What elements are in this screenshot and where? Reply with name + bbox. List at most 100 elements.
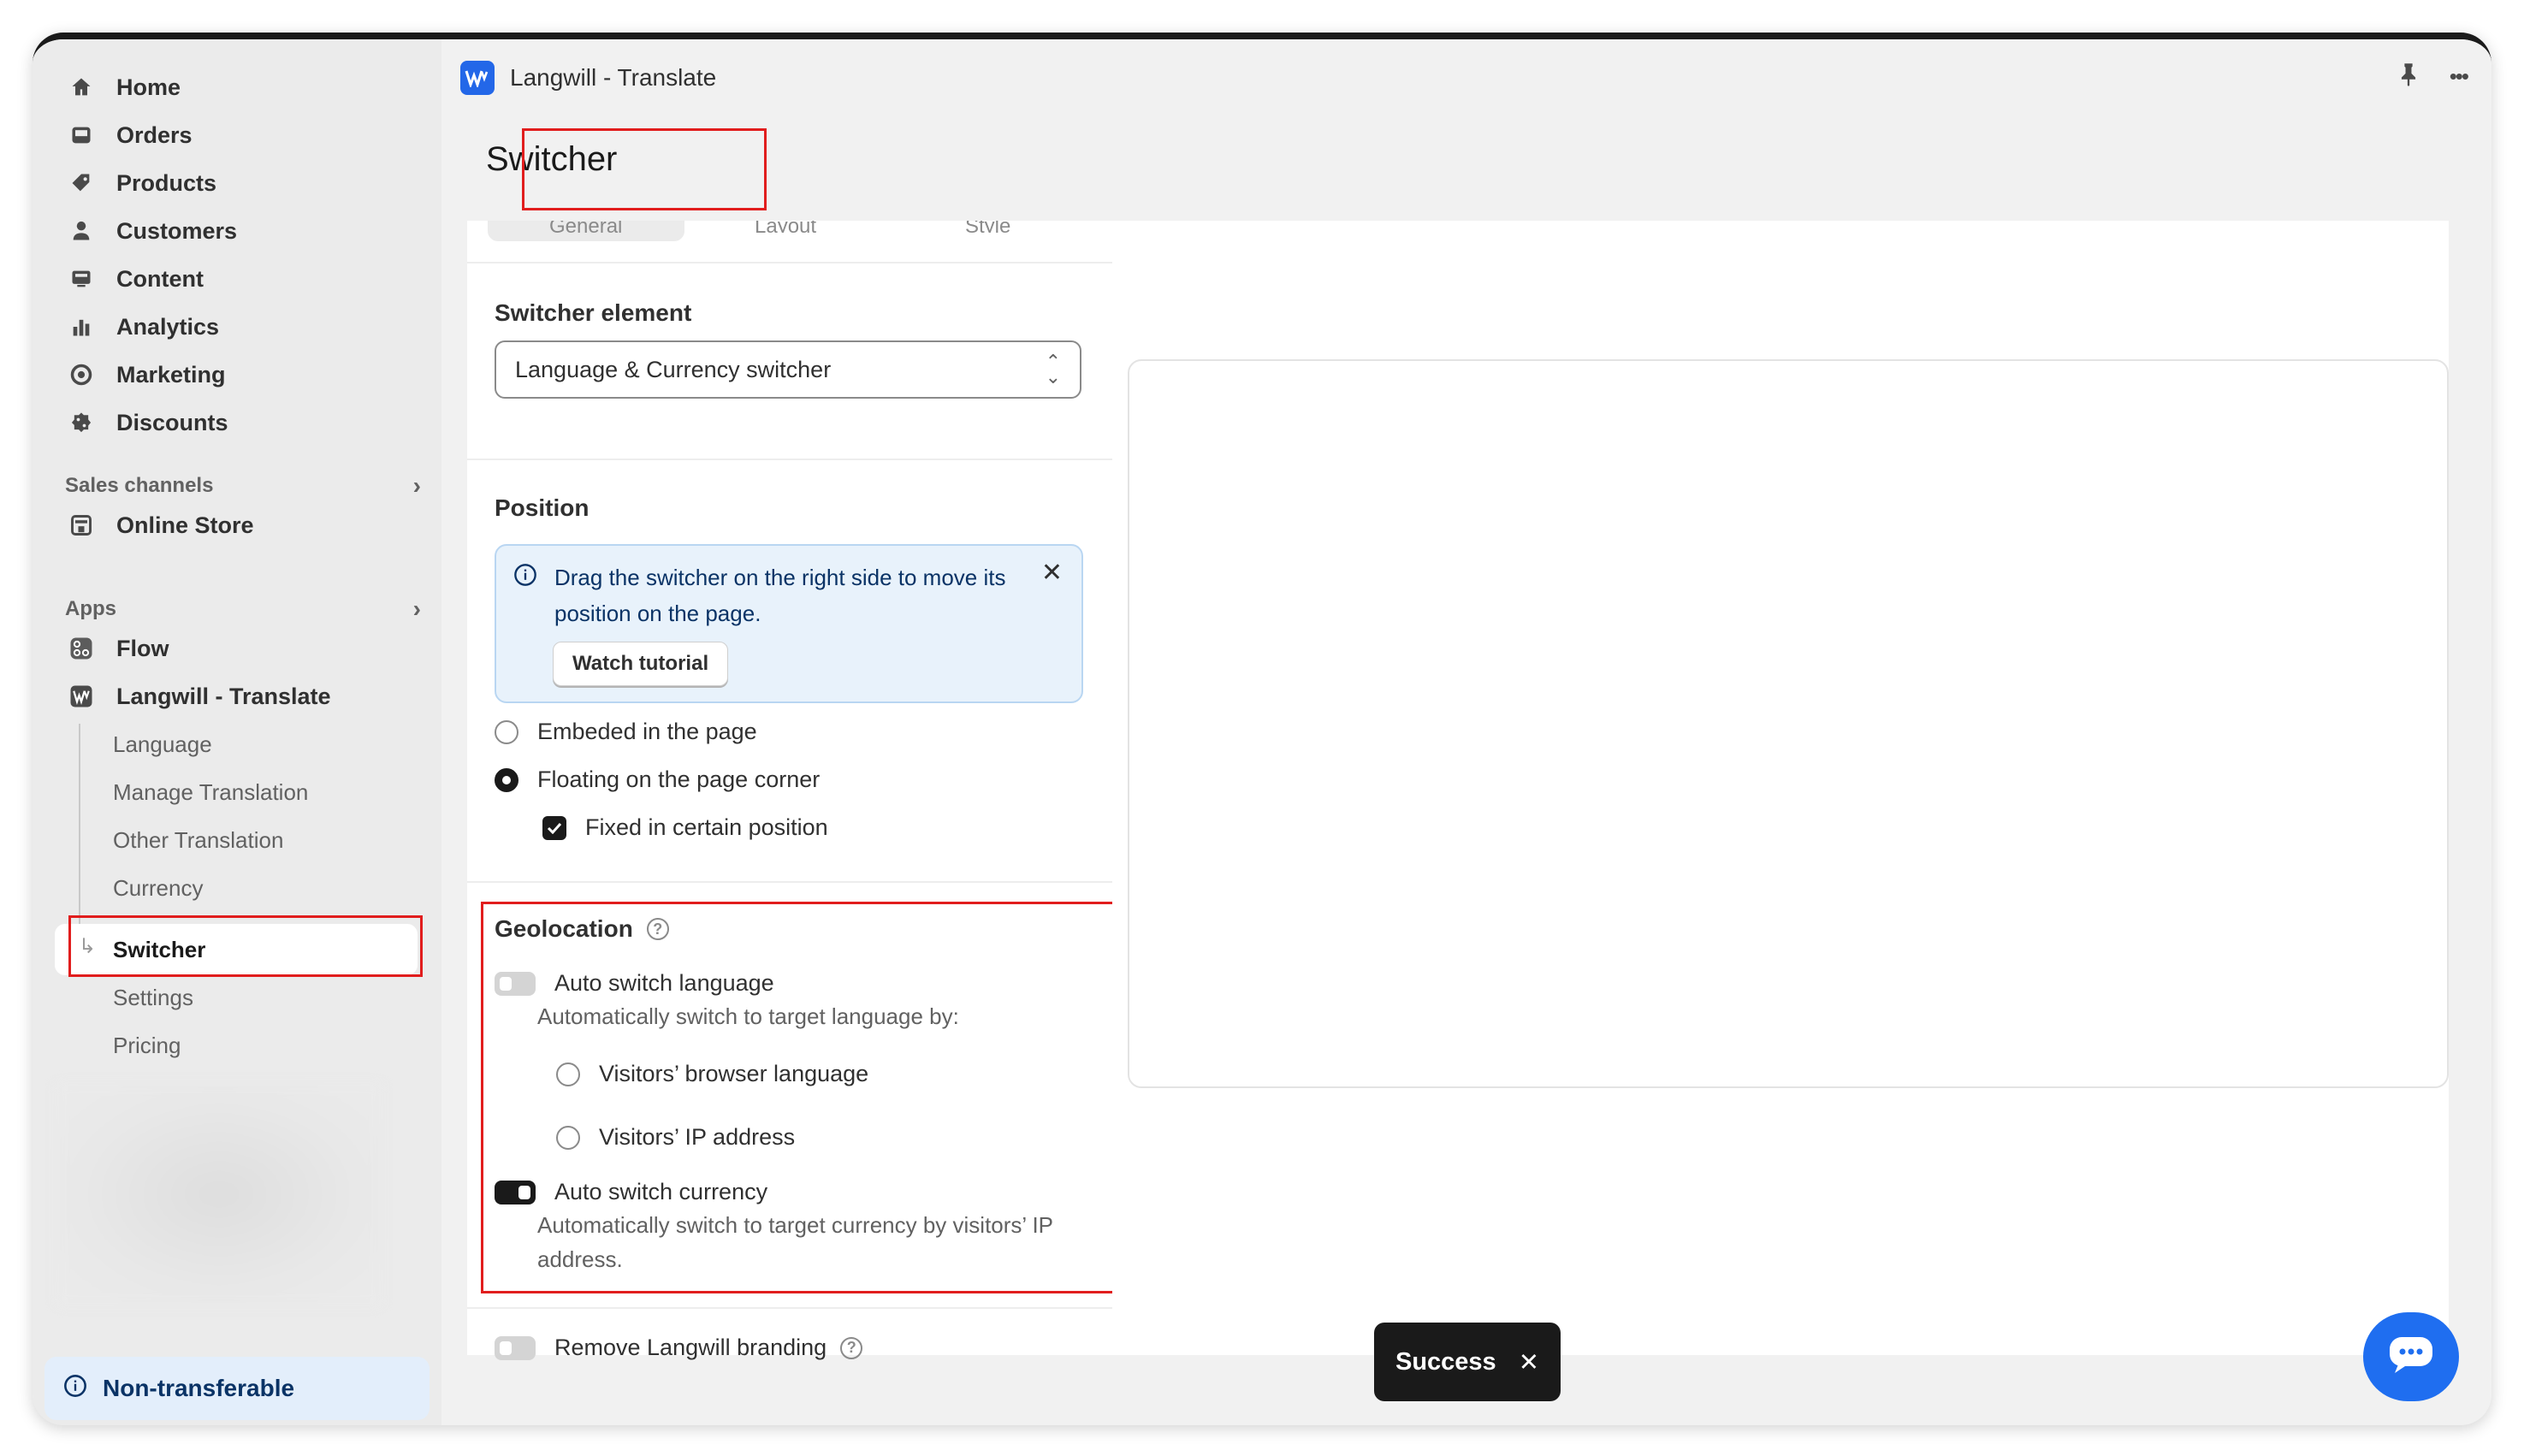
langwill-app-icon [460,61,495,95]
info-banner: Drag the switcher on the right side to m… [495,544,1083,703]
more-options-icon[interactable]: ••• [2450,63,2469,90]
sidebar-item-customers[interactable]: Customers [67,209,426,253]
person-icon [67,216,96,246]
close-icon[interactable]: ✕ [1519,1347,1539,1377]
tab-general[interactable]: General [549,221,622,233]
divider [467,459,1112,460]
inbox-icon [67,121,96,150]
checkbox-fixed-position[interactable]: Fixed in certain position [542,814,828,841]
chat-icon [2388,1335,2434,1379]
chevron-right-icon: › [412,472,421,499]
sub-label: Pricing [113,1032,181,1058]
sidebar-item-label: Products [116,169,217,196]
page-header: Switcher [441,116,2491,222]
divider [467,1307,1112,1309]
success-toast: Success ✕ [1374,1323,1561,1401]
sidebar-item-label: Content [116,265,204,292]
sidebar-item-langwill[interactable]: Langwill - Translate [67,674,426,719]
highlight-box-geolocation [481,902,1153,1293]
divider [467,881,1112,883]
sidebar-item-label: Customers [116,217,238,244]
pin-icon[interactable] [2397,62,2420,92]
toggle-label: Remove Langwill branding [554,1335,827,1360]
watch-tutorial-button[interactable]: Watch tutorial [553,642,729,686]
bar-chart-icon [67,312,96,341]
radio-control[interactable] [495,767,518,792]
sales-channels-header[interactable]: Sales channels › [65,472,424,500]
sidebar-item-online-store[interactable]: Online Store [67,503,426,547]
chat-button[interactable] [2363,1312,2459,1401]
tab-layout[interactable]: Layout [755,221,816,233]
sidebar-item-label: Discounts [116,409,228,435]
sidebar-item-label: Flow [116,635,169,661]
tabs: General Layout Style [467,221,1112,263]
monitor-icon [67,264,96,293]
langwill-logo-icon [67,682,96,711]
switcher-element-select[interactable]: Language & Currency switcher ⌃ ⌄ [495,340,1081,399]
sidebar-sub-language[interactable]: Language [113,722,438,766]
toggle-switch[interactable] [495,1335,536,1360]
highlight-box-title [522,128,767,210]
select-value: Language & Currency switcher [515,356,832,382]
sidebar-item-label: Analytics [116,313,220,340]
tag-icon [67,169,96,198]
apps-header[interactable]: Apps › [65,595,424,623]
store-icon [67,511,96,540]
position-title: Position [495,494,590,521]
sidebar-item-label: Marketing [116,361,226,388]
blurred-region [56,1083,382,1305]
sub-label: Currency [113,874,204,901]
checkbox-checked-icon[interactable] [542,815,566,840]
main-content: General Layout Style Switcher element La… [441,221,2491,1425]
sidebar-item-label: Online Store [116,512,254,538]
sidebar-item-flow[interactable]: Flow [67,626,426,671]
highlight-box-switcher [68,915,423,977]
radio-label: Embeded in the page [537,719,757,744]
preview-canvas[interactable] [1128,359,2449,1088]
sidebar-sub-pricing[interactable]: Pricing [113,1023,438,1068]
tab-style[interactable]: Style [965,221,1010,233]
radio-label: Floating on the page corner [537,766,821,792]
discount-icon [67,408,96,437]
sidebar-item-home[interactable]: Home [67,65,426,109]
sidebar-item-label: Langwill - Translate [116,683,331,709]
sub-label: Manage Translation [113,778,309,805]
sidebar-sub-currency[interactable]: Currency [113,866,438,910]
sidebar-item-marketing[interactable]: Marketing [67,352,426,397]
top-bar: Langwill - Translate ••• [441,39,2491,117]
sidebar-sub-manage-translation[interactable]: Manage Translation [113,770,438,814]
sidebar-item-discounts[interactable]: Discounts [67,400,426,445]
app-title: Langwill - Translate [510,64,717,91]
sub-label: Language [113,731,212,757]
sub-label: Other Translation [113,826,284,853]
section-label-text: Apps [65,597,116,620]
help-icon[interactable]: ? [840,1336,863,1359]
radio-control[interactable] [495,719,518,744]
toast-message: Success [1395,1347,1496,1376]
info-icon [513,563,537,591]
non-transferable-badge[interactable]: Non-transferable [44,1357,430,1420]
checkbox-label: Fixed in certain position [585,814,828,840]
chevron-up-down-icon: ⌃ ⌄ [1045,351,1061,388]
target-icon [67,360,96,389]
sidebar-sub-other-translation[interactable]: Other Translation [113,818,438,862]
sub-label: Settings [113,984,193,1010]
toggle-remove-branding[interactable]: Remove Langwill branding ? [495,1335,863,1361]
radio-embedded[interactable]: Embeded in the page [495,719,757,745]
sidebar-item-label: Home [116,74,181,100]
close-icon[interactable]: ✕ [1041,558,1063,588]
info-icon [63,1374,87,1404]
sidebar-item-content[interactable]: Content [67,257,426,301]
flow-icon [67,634,96,663]
sidebar-item-label: Orders [116,121,193,148]
sidebar-item-products[interactable]: Products [67,161,426,205]
sidebar-item-orders[interactable]: Orders [67,113,426,157]
banner-text: Drag the switcher on the right side to m… [554,565,1006,626]
section-label-text: Sales channels [65,474,214,497]
radio-floating[interactable]: Floating on the page corner [495,766,820,793]
preview-panel [1112,221,2449,1355]
sidebar-item-analytics[interactable]: Analytics [67,305,426,349]
sidebar-sub-settings[interactable]: Settings [113,975,438,1020]
badge-label: Non-transferable [103,1375,295,1401]
sidebar: Home Orders Products Customers Content A… [33,39,441,1425]
